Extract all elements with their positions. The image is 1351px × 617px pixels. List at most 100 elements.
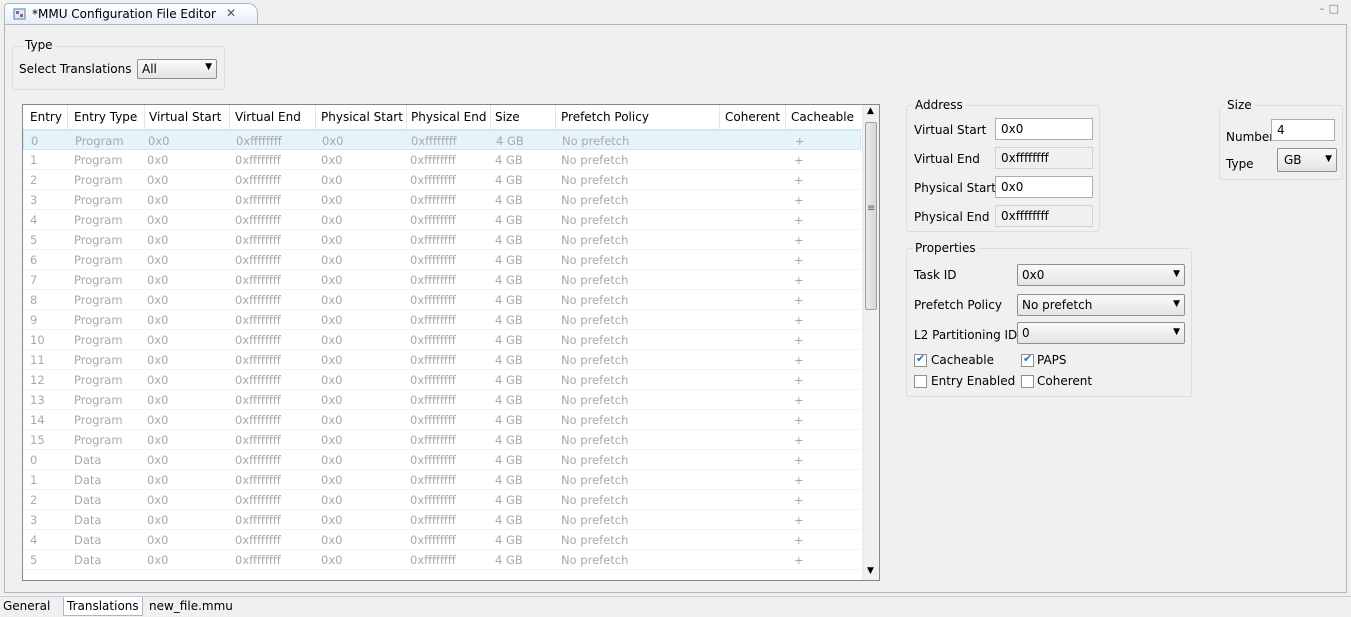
coherent-checkbox[interactable] [1021, 375, 1034, 388]
table-row[interactable]: 2 Data 0x0 0xffffffff 0x0 0xffffffff 4 GB No pr… [23, 490, 861, 510]
cell-virtual-start: 0x0 [147, 293, 169, 307]
cell-cacheable: + [794, 493, 804, 507]
tab-translations[interactable]: Translations [63, 597, 143, 616]
cell-virtual-end: 0xffffffff [235, 333, 281, 347]
cell-virtual-end: 0xffffffff [235, 373, 281, 387]
cell-size: 4 GB [495, 473, 523, 487]
cell-size: 4 GB [495, 373, 523, 387]
table-row[interactable]: 13 Program 0x0 0xffffffff 0x0 0xffffffff 4 GB N… [23, 390, 861, 410]
table-row[interactable]: 7 Program 0x0 0xffffffff 0x0 0xffffffff 4 GB No… [23, 270, 861, 290]
task-id-dropdown[interactable]: 0x0 ▼ [1017, 264, 1185, 286]
table-row[interactable]: 1 Data 0x0 0xffffffff 0x0 0xffffffff 4 GB No pr… [23, 470, 861, 490]
entry-enabled-checkbox[interactable] [914, 375, 927, 388]
table-scrollbar[interactable]: ▲ ≡ ▼ [862, 105, 879, 580]
table-row[interactable]: 10 Program 0x0 0xffffffff 0x0 0xffffffff 4 GB N… [23, 330, 861, 350]
cell-physical-start: 0x0 [321, 313, 343, 327]
scroll-up-icon[interactable]: ▲ [867, 106, 874, 116]
cell-virtual-start: 0x0 [147, 433, 169, 447]
table-row[interactable]: 0 Data 0x0 0xffffffff 0x0 0xffffffff 4 GB No pr… [23, 450, 861, 470]
table-row[interactable]: 15 Program 0x0 0xffffffff 0x0 0xffffffff 4 GB N… [23, 430, 861, 450]
cell-size: 4 GB [495, 213, 523, 227]
prefetch-policy-dropdown[interactable]: No prefetch ▼ [1017, 294, 1185, 316]
cell-entry-type: Program [74, 213, 123, 227]
cell-size: 4 GB [495, 173, 523, 187]
cell-entry-type: Program [74, 193, 123, 207]
editor-tab[interactable]: *MMU Configuration File Editor ✕ [4, 3, 258, 24]
cell-prefetch-policy: No prefetch [561, 253, 629, 267]
cell-physical-end: 0xffffffff [410, 273, 456, 287]
select-translations-dropdown[interactable]: All ▼ [137, 59, 217, 79]
cell-virtual-start: 0x0 [147, 213, 169, 227]
table-row[interactable]: 14 Program 0x0 0xffffffff 0x0 0xffffffff 4 GB N… [23, 410, 861, 430]
number-value: 4 [1277, 123, 1285, 137]
table-row[interactable]: 1 Program 0x0 0xffffffff 0x0 0xffffffff 4 GB No… [23, 150, 861, 170]
column-header-cacheable[interactable]: Cacheable [791, 110, 854, 124]
table-row[interactable]: 11 Program 0x0 0xffffffff 0x0 0xffffffff 4 GB N… [23, 350, 861, 370]
scroll-down-icon[interactable]: ▼ [867, 566, 874, 576]
table-row[interactable]: 9 Program 0x0 0xffffffff 0x0 0xffffffff 4 GB No… [23, 310, 861, 330]
cell-entry: 7 [30, 273, 38, 287]
tab-new-file-mmu[interactable]: new_file.mmu [146, 597, 236, 616]
cell-virtual-start: 0x0 [147, 493, 169, 507]
size-group-title: Size [1225, 98, 1254, 112]
table-row[interactable]: 6 Program 0x0 0xffffffff 0x0 0xffffffff 4 GB No… [23, 250, 861, 270]
table-row[interactable]: 2 Program 0x0 0xffffffff 0x0 0xffffffff 4 GB No… [23, 170, 861, 190]
table-row[interactable]: 3 Program 0x0 0xffffffff 0x0 0xffffffff 4 GB No… [23, 190, 861, 210]
cacheable-checkbox[interactable]: ✔ [914, 352, 927, 367]
l2-partitioning-dropdown[interactable]: 0 ▼ [1017, 322, 1185, 344]
virtual-start-label: Virtual Start [914, 123, 987, 137]
table-row[interactable]: 5 Program 0x0 0xffffffff 0x0 0xffffffff 4 GB No… [23, 230, 861, 250]
cell-physical-end: 0xffffffff [410, 153, 456, 167]
close-icon[interactable]: ✕ [226, 6, 236, 20]
column-header-virtual-end[interactable]: Virtual End [235, 110, 301, 124]
cell-entry-type: Program [74, 433, 123, 447]
cell-entry-type: Program [74, 153, 123, 167]
cell-entry: 3 [30, 193, 38, 207]
cell-entry-type: Program [74, 313, 123, 327]
table-row[interactable]: 4 Program 0x0 0xffffffff 0x0 0xffffffff 4 GB No… [23, 210, 861, 230]
paps-checkbox[interactable]: ✔ [1021, 352, 1034, 367]
cell-virtual-end: 0xffffffff [235, 193, 281, 207]
cell-physical-start: 0x0 [321, 373, 343, 387]
table-row[interactable]: 5 Data 0x0 0xffffffff 0x0 0xffffffff 4 GB No pr… [23, 550, 861, 570]
table-row[interactable]: 8 Program 0x0 0xffffffff 0x0 0xffffffff 4 GB No… [23, 290, 861, 310]
table-row[interactable]: 3 Data 0x0 0xffffffff 0x0 0xffffffff 4 GB No pr… [23, 510, 861, 530]
maximize-icon[interactable]: □ [1329, 2, 1343, 15]
column-header-virtual-start[interactable]: Virtual Start [149, 110, 221, 124]
cell-virtual-start: 0x0 [147, 453, 169, 467]
scrollbar-thumb[interactable]: ≡ [865, 122, 877, 310]
chevron-down-icon: ▼ [1325, 154, 1332, 164]
physical-end-label: Physical End [914, 210, 990, 224]
virtual-start-input[interactable]: 0x0 [995, 118, 1093, 140]
tab-general[interactable]: General [0, 597, 53, 616]
cell-entry: 5 [30, 553, 38, 567]
cell-physical-end: 0xffffffff [410, 413, 456, 427]
cell-prefetch-policy: No prefetch [561, 473, 629, 487]
cell-prefetch-policy: No prefetch [561, 553, 629, 567]
chevron-down-icon: ▼ [1173, 269, 1180, 279]
column-header-entry-type[interactable]: Entry Type [74, 110, 137, 124]
size-type-dropdown[interactable]: GB ▼ [1277, 148, 1337, 172]
cell-virtual-end: 0xffffffff [235, 273, 281, 287]
cell-size: 4 GB [495, 253, 523, 267]
chevron-down-icon: ▼ [1173, 327, 1180, 337]
table-row[interactable]: 4 Data 0x0 0xffffffff 0x0 0xffffffff 4 GB No pr… [23, 530, 861, 550]
column-header-physical-start[interactable]: Physical Start [321, 110, 403, 124]
minimize-icon[interactable]: – [1319, 2, 1329, 15]
cell-virtual-end: 0xffffffff [235, 433, 281, 447]
column-header-entry[interactable]: Entry [30, 110, 62, 124]
physical-end-field: 0xffffffff [995, 205, 1093, 227]
cell-virtual-start: 0x0 [147, 333, 169, 347]
column-header-physical-end[interactable]: Physical End [411, 110, 486, 124]
cell-cacheable: + [794, 373, 804, 387]
column-header-coherent[interactable]: Coherent [725, 110, 780, 124]
cell-prefetch-policy: No prefetch [561, 353, 629, 367]
physical-start-input[interactable]: 0x0 [995, 176, 1093, 198]
cell-size: 4 GB [495, 453, 523, 467]
table-row[interactable]: 0 Program 0x0 0xffffffff 0x0 0xffffffff 4 GB No… [23, 130, 861, 150]
cell-entry-type: Data [74, 493, 102, 507]
column-header-prefetch-policy[interactable]: Prefetch Policy [561, 110, 649, 124]
column-header-size[interactable]: Size [495, 110, 520, 124]
table-row[interactable]: 12 Program 0x0 0xffffffff 0x0 0xffffffff 4 GB N… [23, 370, 861, 390]
number-input[interactable]: 4 [1271, 119, 1335, 141]
